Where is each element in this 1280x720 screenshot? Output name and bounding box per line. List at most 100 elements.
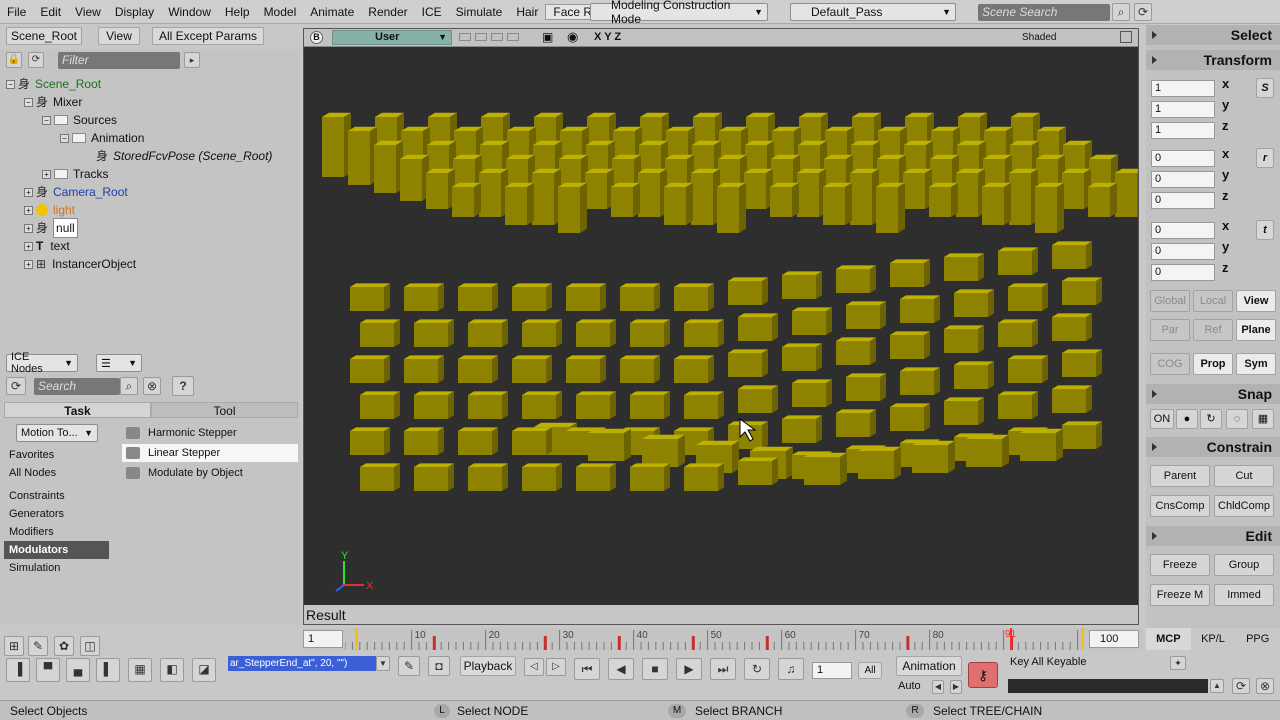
end-frame-field[interactable]: 100 — [1089, 630, 1139, 648]
all-button[interactable]: All — [858, 662, 882, 679]
category-all-nodes[interactable]: All Nodes — [4, 464, 109, 482]
translate-x-field[interactable]: 0 — [1151, 222, 1215, 239]
menu-item-model[interactable]: Model — [257, 5, 304, 19]
ref-ref-button[interactable]: Ref — [1193, 319, 1233, 341]
snap-circle-icon[interactable]: ◌ — [1226, 409, 1248, 429]
eye-icon[interactable]: ◉ — [567, 29, 578, 45]
layout-a-icon[interactable]: ▐ — [6, 658, 30, 682]
next-key-icon[interactable]: ▷ — [546, 658, 566, 676]
rotate-x-field[interactable]: 0 — [1151, 150, 1215, 167]
snapshot-icon[interactable]: ◘ — [428, 656, 450, 676]
node-item[interactable]: Linear Stepper — [122, 444, 298, 462]
view-button[interactable]: View — [98, 27, 140, 45]
close-icon[interactable]: ⊗ — [1256, 678, 1274, 694]
construction-mode-combo[interactable]: Modeling Construction Mode ▼ — [590, 0, 768, 26]
edit-freeze-button[interactable]: Freeze — [1150, 554, 1210, 576]
grid-icon[interactable]: ⊞ — [4, 636, 24, 656]
collapse-icon[interactable]: − — [6, 79, 15, 89]
audio-icon[interactable]: ♫ — [778, 658, 804, 680]
snap-point-icon[interactable]: ● — [1176, 409, 1198, 429]
menu-item-view[interactable]: View — [68, 5, 108, 19]
render-pass-combo[interactable]: Default_Pass ▼ — [790, 3, 956, 21]
loop-icon[interactable]: ↻ — [744, 658, 770, 680]
layout-b-icon[interactable]: ▀ — [36, 658, 60, 682]
timeline[interactable]: 1 10 20 30 40 50 60 70 80 91 100 — [303, 628, 1143, 650]
play-forward-icon[interactable]: ▶ — [676, 658, 702, 680]
filter-input[interactable]: Filter — [58, 52, 180, 69]
tree-node[interactable]: + ⾝ Camera_Root — [24, 183, 128, 201]
tree-node[interactable]: − Animation — [60, 129, 144, 147]
refresh-icon[interactable]: ⟳ — [28, 52, 44, 68]
constrain-parent-button[interactable]: Parent — [1150, 465, 1210, 487]
key-icon[interactable]: ⚷ — [968, 662, 998, 688]
tree-node[interactable]: − Sources — [42, 111, 117, 129]
layout-icon[interactable]: ◫ — [80, 636, 100, 656]
rotate-z-field[interactable]: 0 — [1151, 192, 1215, 209]
translate-mode-icon[interactable]: t — [1256, 220, 1274, 240]
snap-curve-icon[interactable]: ↻ — [1200, 409, 1222, 429]
scale-x-field[interactable]: 1 — [1151, 80, 1215, 97]
maximize-icon[interactable] — [1120, 31, 1132, 43]
category-generators[interactable]: Generators — [4, 505, 109, 523]
ref-cog-button[interactable]: COG — [1150, 353, 1190, 375]
layout-d-icon[interactable]: ▌ — [96, 658, 120, 682]
constrain-section[interactable]: Constrain — [1146, 437, 1280, 457]
tree-node[interactable]: + light — [24, 201, 75, 219]
expand-icon[interactable]: + — [42, 169, 51, 179]
translate-axis-label[interactable]: z — [1222, 260, 1229, 275]
menu-item-ice[interactable]: ICE — [415, 5, 449, 19]
category-modulators[interactable]: Modulators — [4, 541, 109, 559]
category-simulation[interactable]: Simulation — [4, 559, 109, 577]
edit-section[interactable]: Edit — [1146, 526, 1280, 546]
scale-axis-label[interactable]: x — [1222, 76, 1229, 91]
tree-node[interactable]: + ⾝ null — [24, 218, 78, 238]
collapse-icon[interactable]: − — [24, 97, 33, 107]
next-icon[interactable]: ▶ — [950, 680, 962, 694]
tab-kplp[interactable]: KP/L — [1191, 628, 1236, 650]
snap-on-button[interactable]: ON — [1150, 409, 1174, 429]
menu-item-animate[interactable]: Animate — [303, 5, 361, 19]
settings-icon[interactable]: ✦ — [1170, 656, 1186, 670]
expand-icon[interactable]: + — [24, 241, 33, 251]
menu-item-help[interactable]: Help — [218, 5, 257, 19]
camera-icon[interactable]: ▣ — [542, 30, 553, 44]
rotate-y-field[interactable]: 0 — [1151, 171, 1215, 188]
tab-ppg[interactable]: PPG — [1235, 628, 1280, 650]
rotate-mode-icon[interactable]: r — [1256, 148, 1274, 168]
scale-mode-icon[interactable]: S — [1256, 78, 1274, 98]
prev-key-icon[interactable]: ◁ — [524, 658, 544, 676]
expand-icon[interactable]: + — [24, 187, 33, 197]
tab-mcp[interactable]: MCP — [1146, 628, 1191, 650]
menu-item-hair[interactable]: Hair — [509, 5, 545, 19]
edit-freeze-m-button[interactable]: Freeze M — [1150, 584, 1210, 606]
category-favorites[interactable]: Favorites — [4, 446, 109, 464]
chevron-right-icon[interactable]: ▸ — [184, 52, 200, 68]
scale-y-field[interactable]: 1 — [1151, 101, 1215, 118]
tools-icon[interactable]: ✎ — [28, 636, 48, 656]
edit-group-button[interactable]: Group — [1214, 554, 1274, 576]
menu-item-edit[interactable]: Edit — [33, 5, 68, 19]
script-command-field[interactable]: ar_StepperEnd_at", 20, "") — [228, 656, 376, 671]
refresh-icon[interactable]: ⟳ — [1232, 678, 1250, 694]
select-section[interactable]: Select — [1146, 25, 1280, 45]
constrain-chldcomp-button[interactable]: ChldComp — [1214, 495, 1274, 517]
all-except-params-button[interactable]: All Except Params — [152, 27, 264, 45]
render-icon[interactable]: ✿ — [54, 636, 74, 656]
last-frame-icon[interactable]: ⏭ — [710, 658, 736, 680]
category-constraints[interactable]: Constraints — [4, 487, 109, 505]
edit-immed-button[interactable]: Immed — [1214, 584, 1274, 606]
lock-icon[interactable]: 🔒 — [6, 52, 22, 68]
ice-search-input[interactable]: Search — [34, 378, 120, 395]
viewport-badge[interactable]: B — [310, 31, 323, 44]
expand-icon[interactable]: + — [24, 259, 33, 269]
ice-nodes-combo[interactable]: ICE Nodes ▼ — [6, 351, 78, 375]
list-view-combo[interactable]: ☰ ▼ — [96, 354, 142, 372]
layout-e-icon[interactable]: ◧ — [160, 658, 184, 682]
ref-local-button[interactable]: Local — [1193, 290, 1233, 312]
menu-item-simulate[interactable]: Simulate — [449, 5, 510, 19]
chevron-up-icon[interactable]: ▲ — [1210, 679, 1224, 693]
viewport[interactable]: B User ▼ ▣ ◉ X Y Z Shaded Y X Result — [303, 28, 1139, 625]
play-backward-icon[interactable]: ◀ — [608, 658, 634, 680]
snap-section[interactable]: Snap — [1146, 384, 1280, 404]
script-editor-icon[interactable]: ✎ — [398, 656, 420, 676]
